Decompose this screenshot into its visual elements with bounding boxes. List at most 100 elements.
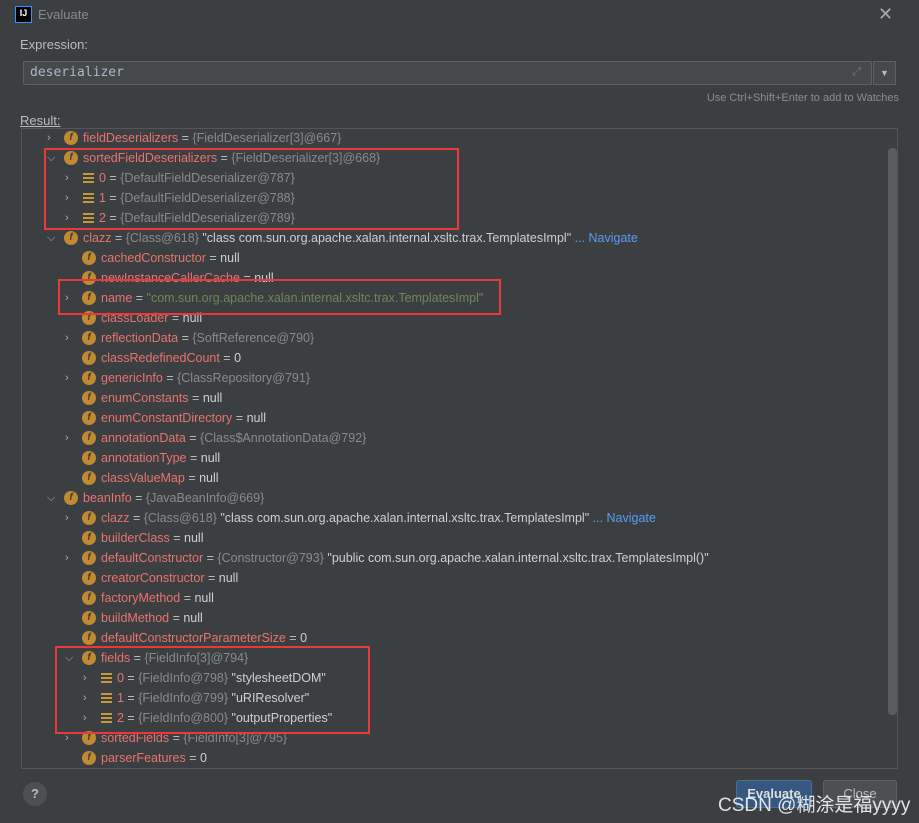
highlight-box	[58, 279, 501, 315]
field-icon: f	[82, 451, 96, 465]
expression-input[interactable]: deserializer ⤢	[23, 61, 872, 85]
field-name: classRedefinedCount	[101, 351, 220, 365]
tree-row[interactable]: › f defaultConstructor = {Constructor@793}…	[22, 548, 882, 568]
highlight-box	[55, 646, 370, 734]
tree-row[interactable]: f enumConstantDirectory = null	[22, 408, 882, 428]
field-icon: f	[82, 611, 96, 625]
history-dropdown-button[interactable]: ▼	[873, 61, 896, 85]
tree-row[interactable]: › f reflectionData = {SoftReference@790}	[22, 328, 882, 348]
field-icon: f	[82, 391, 96, 405]
tree-row[interactable]: f creatorConstructor = null	[22, 568, 882, 588]
field-value: 0	[300, 631, 308, 645]
tree-row[interactable]: › f annotationData = {Class$AnnotationData…	[22, 428, 882, 448]
field-icon: f	[64, 131, 78, 145]
field-name: annotationData	[101, 431, 186, 445]
scrollbar[interactable]	[888, 148, 897, 715]
field-name: cachedConstructor	[101, 251, 206, 265]
type-label: {Class@618}	[125, 231, 199, 245]
field-value: 0	[234, 351, 242, 365]
field-name: beanInfo	[83, 491, 132, 505]
equals-sign: =	[203, 551, 218, 565]
string-value: "class com.sun.org.apache.xalan.internal…	[220, 511, 590, 525]
row-text: creatorConstructor = null	[101, 568, 238, 588]
equals-sign: =	[185, 431, 201, 445]
row-text: beanInfo = {JavaBeanInfo@669}	[83, 488, 264, 508]
equals-sign: =	[180, 591, 195, 605]
tree-row[interactable]: f cachedConstructor = null	[22, 248, 882, 268]
row-text: enumConstants = null	[101, 388, 222, 408]
field-name: buildMethod	[101, 611, 170, 625]
row-text: clazz = {Class@618} "class com.sun.org.a…	[83, 228, 638, 248]
chevron-right-icon[interactable]: ›	[65, 328, 77, 348]
field-value: null	[200, 451, 221, 465]
equals-sign: =	[204, 571, 219, 585]
type-label: {Class@618}	[143, 511, 217, 525]
field-value: null	[199, 471, 219, 485]
row-text: classValueMap = null	[101, 468, 219, 488]
equals-sign: =	[185, 751, 201, 765]
row-text: cachedConstructor = null	[101, 248, 240, 268]
chevron-right-icon[interactable]: ›	[65, 548, 77, 568]
chevron-down-icon[interactable]: ⌵	[47, 488, 59, 508]
field-name: creatorConstructor	[101, 571, 205, 585]
equals-sign: =	[188, 391, 203, 405]
field-icon: f	[82, 511, 96, 525]
field-value: null	[184, 531, 204, 545]
field-icon: f	[82, 571, 96, 585]
title-bar: IJ Evaluate ✕	[0, 0, 919, 30]
field-name: annotationType	[101, 451, 187, 465]
type-label: {JavaBeanInfo@669}	[145, 491, 265, 505]
field-name: parserFeatures	[101, 751, 186, 765]
help-button[interactable]: ?	[23, 782, 47, 806]
row-text: factoryMethod = null	[101, 588, 214, 608]
field-icon: f	[82, 411, 96, 425]
chevron-right-icon[interactable]: ›	[47, 128, 59, 148]
tree-row[interactable]: f enumConstants = null	[22, 388, 882, 408]
close-icon[interactable]: ✕	[878, 4, 893, 25]
chevron-right-icon[interactable]: ›	[65, 428, 77, 448]
field-icon: f	[82, 431, 96, 445]
window-title: Evaluate	[38, 7, 89, 22]
field-name: clazz	[83, 231, 112, 245]
tree-row[interactable]: f classValueMap = null	[22, 468, 882, 488]
tree-row[interactable]: f builderClass = null	[22, 528, 882, 548]
tree-row[interactable]: ⌵ f beanInfo = {JavaBeanInfo@669}	[22, 488, 882, 508]
equals-sign: =	[162, 371, 178, 385]
field-name: builderClass	[101, 531, 170, 545]
field-icon: f	[82, 531, 96, 545]
type-label: {ClassRepository@791}	[177, 371, 311, 385]
tree-row[interactable]: f factoryMethod = null	[22, 588, 882, 608]
field-value: null	[218, 571, 239, 585]
tree-row[interactable]: f annotationType = null	[22, 448, 882, 468]
tree-row[interactable]: › f fieldDeserializers = {FieldDeserialize…	[22, 128, 882, 148]
navigate-link[interactable]: ... Navigate	[593, 511, 656, 525]
chevron-right-icon[interactable]: ›	[65, 508, 77, 528]
field-icon: f	[82, 591, 96, 605]
tree-row[interactable]: › f clazz = {Class@618} "class com.sun.org…	[22, 508, 882, 528]
field-icon: f	[82, 371, 96, 385]
tree-row[interactable]: ⌵ f clazz = {Class@618} "class com.sun.org…	[22, 228, 882, 248]
navigate-link[interactable]: ... Navigate	[575, 231, 638, 245]
watches-hint: Use Ctrl+Shift+Enter to add to Watches	[706, 92, 899, 104]
field-icon: f	[82, 751, 96, 765]
tree-row[interactable]: › f genericInfo = {ClassRepository@791}	[22, 368, 882, 388]
field-icon: f	[82, 631, 96, 645]
type-label: {FieldDeserializer[3]@667}	[192, 131, 342, 145]
equals-sign: =	[129, 511, 144, 525]
highlight-box	[44, 148, 459, 230]
tree-row[interactable]: f defaultConstructorParameterSize = 0	[22, 628, 882, 648]
equals-sign: =	[131, 491, 146, 505]
field-icon: f	[82, 331, 96, 345]
tree-row[interactable]: f classRedefinedCount = 0	[22, 348, 882, 368]
string-value: "class com.sun.org.apache.xalan.internal…	[202, 231, 572, 245]
expand-icon[interactable]: ⤢	[852, 65, 861, 79]
row-text: defaultConstructorParameterSize = 0	[101, 628, 307, 648]
tree-row[interactable]: f buildMethod = null	[22, 608, 882, 628]
row-text: fieldDeserializers = {FieldDeserializer[…	[83, 128, 341, 148]
equals-sign: =	[232, 411, 247, 425]
chevron-right-icon[interactable]: ›	[65, 368, 77, 388]
tree-row[interactable]: f parserFeatures = 0	[22, 748, 882, 768]
intellij-logo-icon: IJ	[15, 6, 32, 23]
chevron-down-icon[interactable]: ⌵	[47, 228, 59, 248]
field-icon: f	[82, 251, 96, 265]
